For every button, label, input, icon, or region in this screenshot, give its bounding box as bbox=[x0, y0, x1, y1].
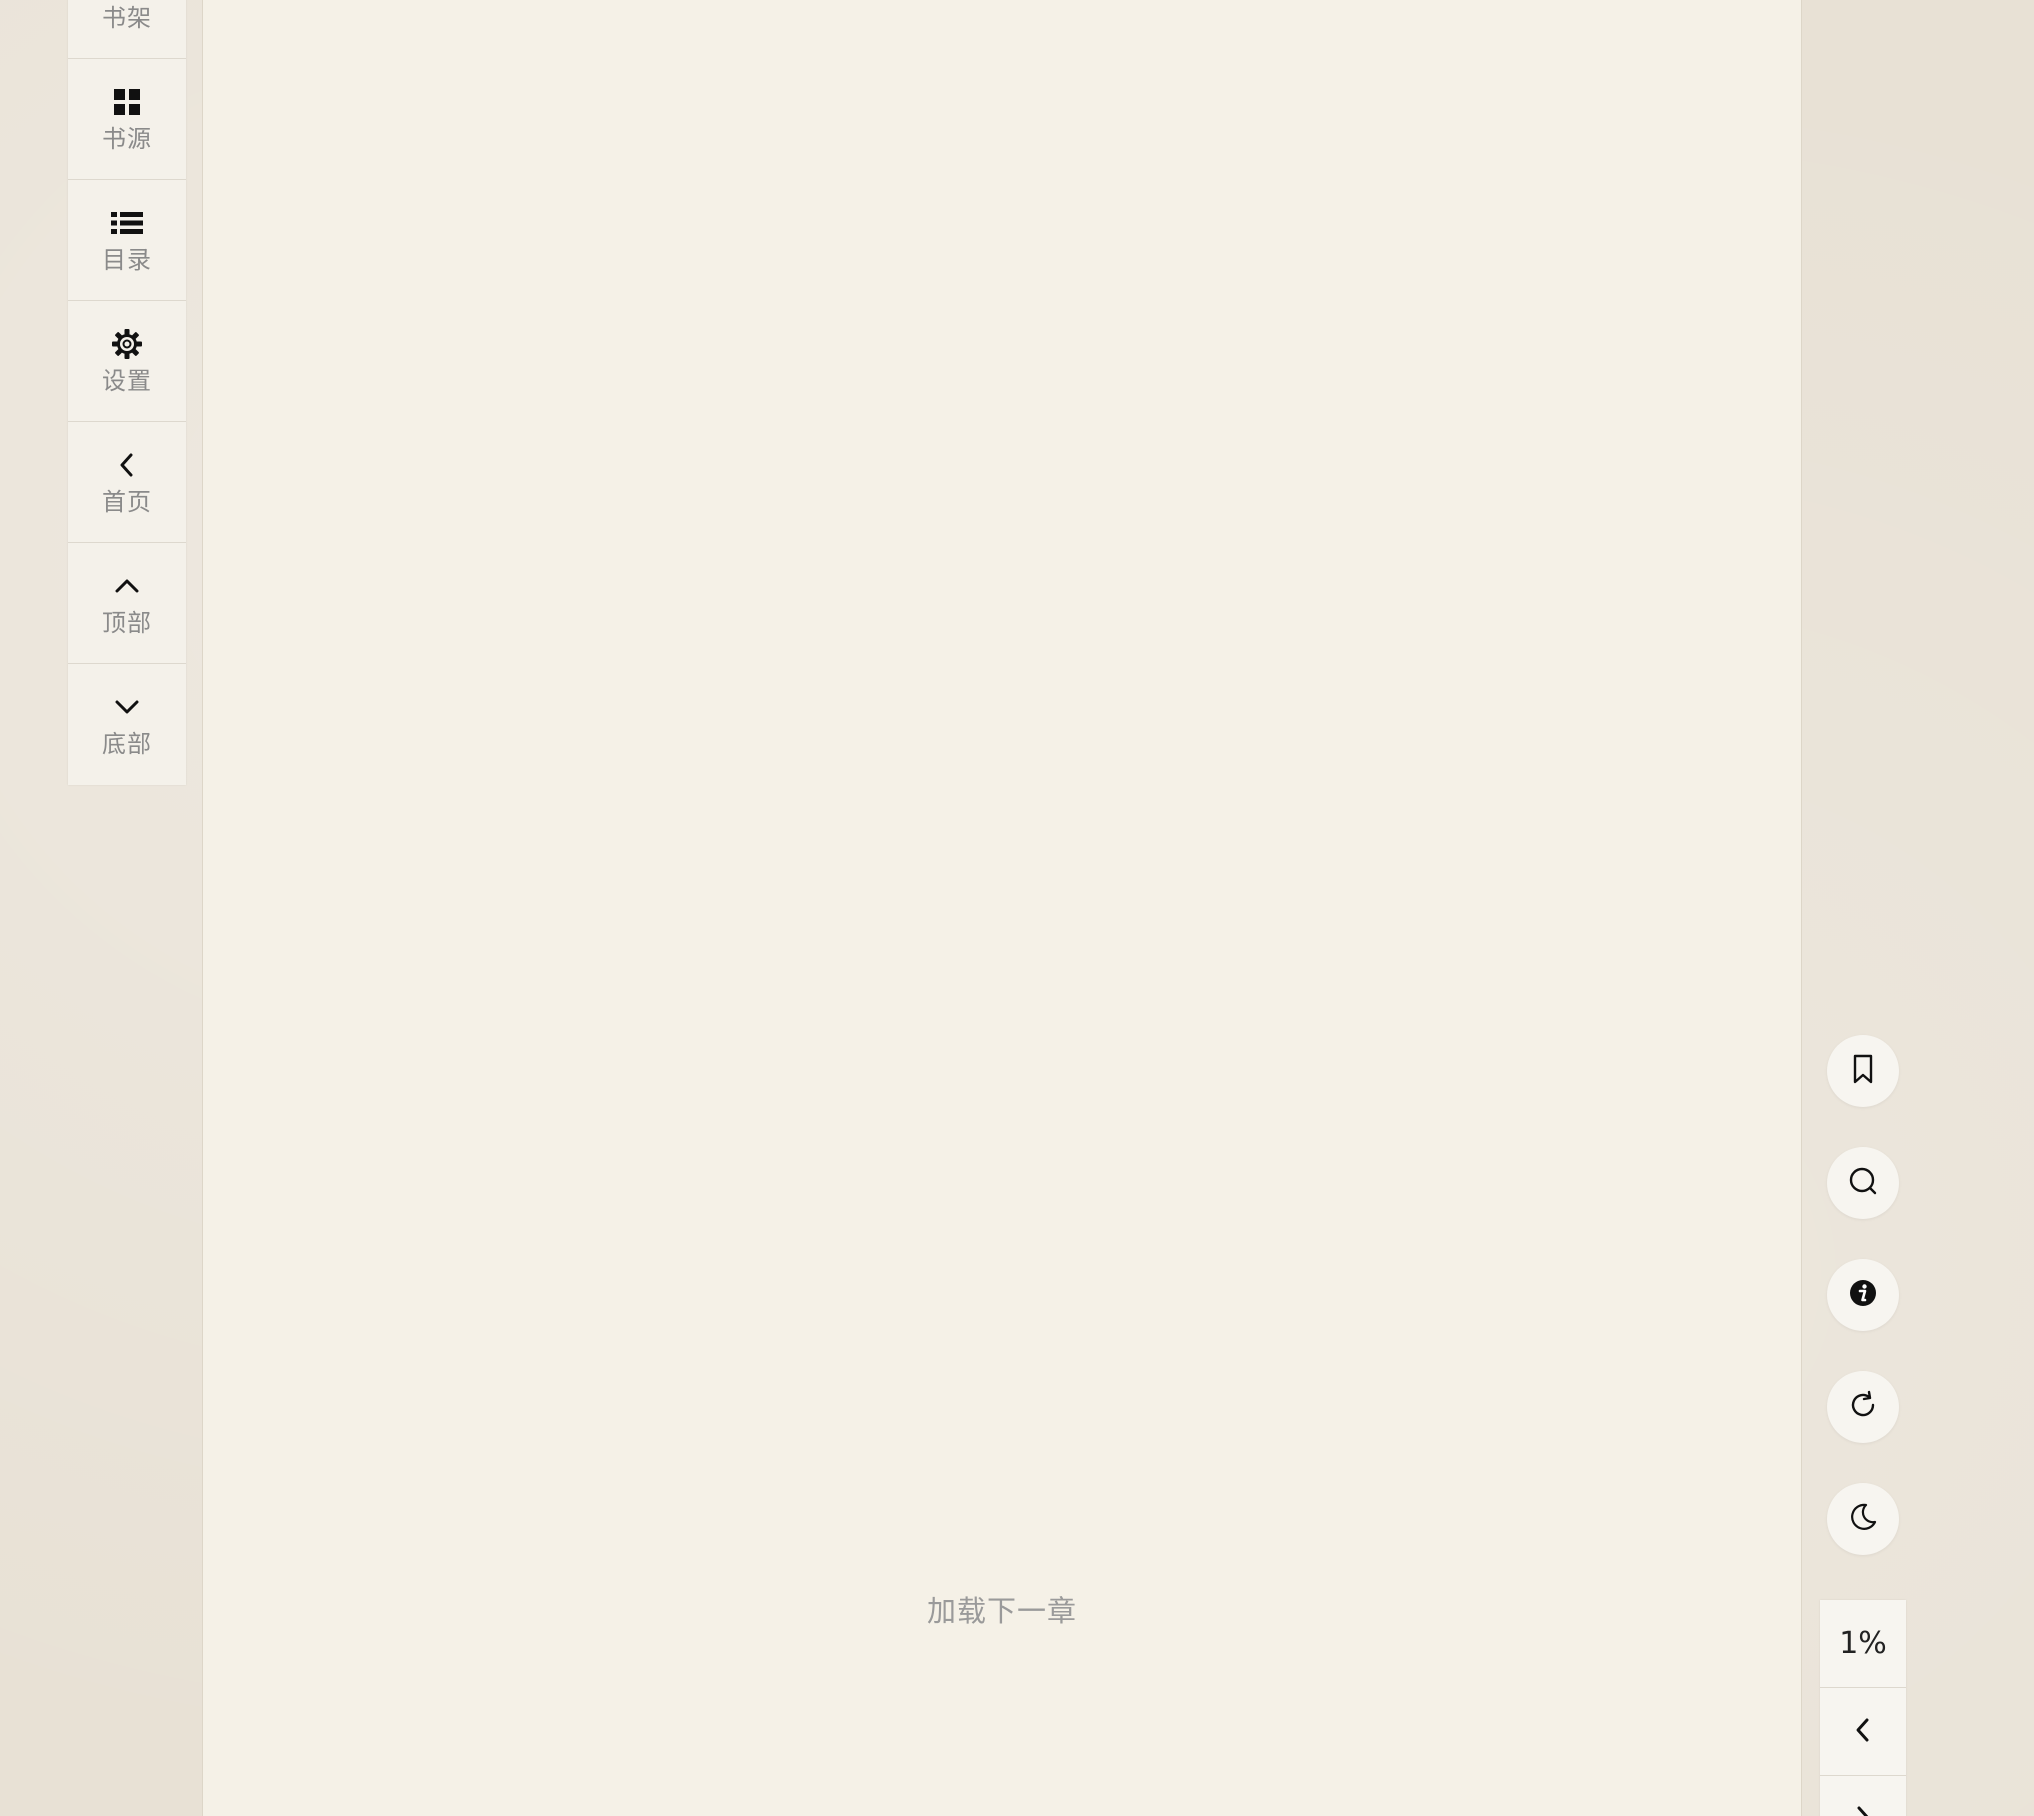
sidebar-item-label: 顶部 bbox=[102, 608, 152, 637]
progress-percent: 1% bbox=[1839, 1626, 1887, 1661]
moon-icon bbox=[1848, 1502, 1878, 1536]
reader-page: 书架 书源 目录 设置 首页 顶部 底部 加载下一章 1% bbox=[0, 0, 2034, 1816]
sidebar-item-label: 目录 bbox=[102, 245, 152, 274]
load-next-chapter-link[interactable]: 加载下一章 bbox=[203, 1588, 1801, 1630]
sidebar-item-label: 设置 bbox=[102, 366, 152, 395]
sidebar-item-label: 书架 bbox=[102, 3, 152, 32]
sidebar-item-bookshelf[interactable]: 书架 bbox=[68, 0, 186, 59]
info-button[interactable] bbox=[1827, 1259, 1899, 1331]
grid-icon bbox=[110, 85, 144, 119]
chevron-down-icon bbox=[110, 690, 144, 724]
chevron-left-icon bbox=[1851, 1715, 1875, 1749]
refresh-button[interactable] bbox=[1827, 1371, 1899, 1443]
search-icon bbox=[1848, 1166, 1878, 1200]
sidebar-item-settings[interactable]: 设置 bbox=[68, 301, 186, 422]
sidebar-item-label: 书源 bbox=[102, 124, 152, 153]
progress-indicator: 1% bbox=[1820, 1600, 1906, 1688]
bookmark-icon bbox=[1851, 1054, 1875, 1088]
chevron-left-icon bbox=[110, 448, 144, 482]
left-sidebar: 书架 书源 目录 设置 首页 顶部 底部 bbox=[68, 0, 186, 785]
bookmark-button[interactable] bbox=[1827, 1035, 1899, 1107]
sidebar-item-bottom[interactable]: 底部 bbox=[68, 664, 186, 785]
list-icon bbox=[110, 206, 144, 240]
sidebar-item-label: 首页 bbox=[102, 487, 152, 516]
search-button[interactable] bbox=[1827, 1147, 1899, 1219]
info-icon bbox=[1848, 1278, 1878, 1312]
sidebar-item-sources[interactable]: 书源 bbox=[68, 59, 186, 180]
sidebar-item-catalog[interactable]: 目录 bbox=[68, 180, 186, 301]
next-chapter-button[interactable] bbox=[1820, 1776, 1906, 1816]
previous-chapter-button[interactable] bbox=[1820, 1688, 1906, 1776]
refresh-icon bbox=[1848, 1390, 1878, 1424]
gear-icon bbox=[110, 327, 144, 361]
sidebar-item-top[interactable]: 顶部 bbox=[68, 543, 186, 664]
sidebar-item-home[interactable]: 首页 bbox=[68, 422, 186, 543]
sidebar-item-label: 底部 bbox=[102, 730, 152, 759]
chevron-up-icon bbox=[110, 569, 144, 603]
chapter-nav-panel: 1% bbox=[1820, 1600, 1906, 1816]
chevron-right-icon bbox=[1851, 1803, 1875, 1816]
reading-content: 加载下一章 bbox=[202, 0, 1802, 1816]
night-mode-button[interactable] bbox=[1827, 1483, 1899, 1555]
